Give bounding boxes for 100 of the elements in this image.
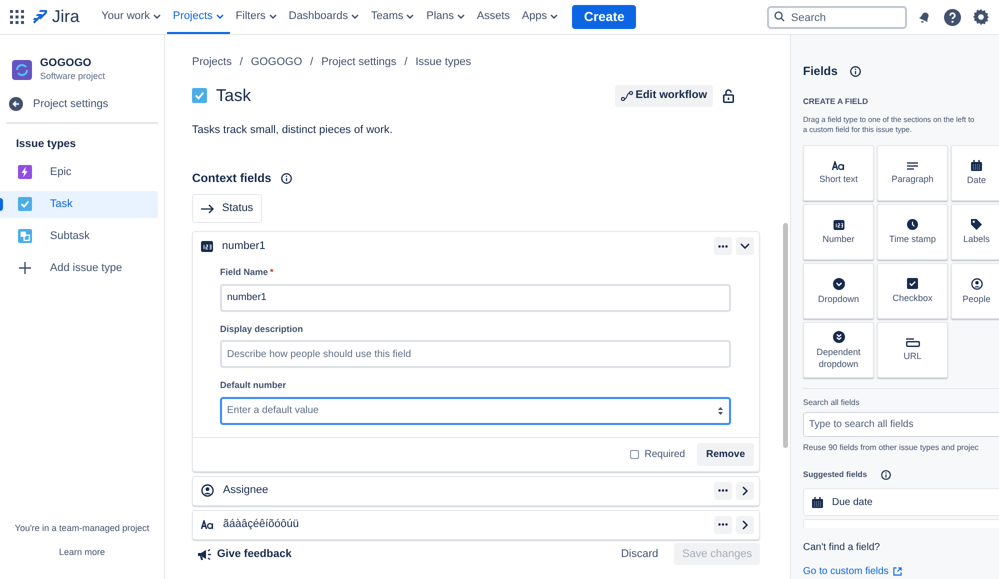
nav-tab[interactable]: Teams (364, 0, 420, 34)
project-avatar-icon (12, 60, 32, 80)
settings-icon[interactable] (973, 9, 989, 25)
expand-button[interactable] (736, 237, 754, 255)
link-field-icon (906, 338, 920, 347)
search-field[interactable]: Search (767, 6, 907, 30)
section-heading: Issue types (15, 137, 77, 152)
sidebar-item[interactable]: Add issue type (0, 254, 158, 282)
field-type-card[interactable]: Dependent dropdown (803, 322, 874, 378)
field-name[interactable]: ãáàâçéêíõóôúü (223, 516, 299, 533)
person-icon (201, 484, 214, 497)
nav-tab[interactable]: Filters (230, 0, 283, 34)
sidebar-item[interactable]: Task (0, 190, 158, 218)
plus-icon (18, 261, 32, 275)
nav-tab[interactable]: Assets (470, 0, 516, 34)
workflow-icon (620, 90, 632, 100)
chevron-down-icon (740, 243, 750, 249)
breadcrumb-link[interactable]: Projects (192, 54, 232, 70)
sidebar-item[interactable]: Subtask (0, 222, 158, 250)
nav-tab[interactable]: Projects (166, 0, 230, 34)
field-type-label: People (961, 292, 992, 304)
more-button[interactable] (714, 516, 732, 534)
chevron-circle-icon (832, 278, 844, 290)
nav-tab[interactable]: Plans (420, 0, 471, 34)
field-type-label: Dropdown (816, 292, 860, 304)
brand-name[interactable]: Jira (52, 4, 80, 30)
breadcrumb-link[interactable]: Issue types (415, 54, 472, 70)
footer-note: You're in a team-managed project (14, 522, 150, 535)
search-field[interactable]: Type to search all fields (803, 412, 999, 438)
learn-more-link[interactable]: Learn more (58, 546, 106, 559)
field-name[interactable]: Assignee (223, 482, 268, 499)
field-type-card[interactable]: Number (803, 204, 874, 260)
edit-workflow-button[interactable]: Edit workflow (614, 84, 713, 106)
field-type-card[interactable]: Date (951, 145, 999, 201)
field-type-card[interactable]: Time stamp (877, 204, 948, 260)
field-label: Default number (220, 379, 288, 392)
scrollbar[interactable] (783, 223, 788, 448)
more-button[interactable] (714, 237, 732, 255)
expand-button[interactable] (736, 482, 754, 500)
external-link-icon (892, 567, 902, 576)
sidebar-item[interactable]: Epic (0, 158, 158, 186)
prompt-text: Can't find a field? (803, 541, 881, 555)
breadcrumb-link[interactable]: GOGOGO (250, 54, 302, 70)
field-type-card[interactable]: Paragraph (877, 145, 948, 201)
field-type-card[interactable]: Short text (803, 145, 874, 201)
breadcrumb-link[interactable]: Project settings (321, 54, 396, 70)
back-link[interactable]: Project settings (6, 92, 158, 116)
custom-fields-link[interactable]: Go to custom fields (803, 564, 999, 579)
field-type-card[interactable]: People (951, 263, 999, 319)
info-icon[interactable] (281, 172, 292, 184)
expand-button[interactable] (736, 516, 754, 534)
more-button[interactable] (714, 482, 732, 500)
info-icon[interactable] (850, 66, 861, 76)
section-heading: Context fields (192, 170, 272, 187)
text-icon (832, 161, 845, 170)
calendar-icon (971, 160, 982, 171)
field-type-card[interactable]: URL (877, 322, 948, 378)
field-type-label: Dependent dropdown (815, 346, 862, 370)
remove-button[interactable]: Remove (697, 442, 754, 466)
project-type: Software project (40, 70, 106, 82)
calendar-icon (812, 496, 823, 508)
lock-icon[interactable] (723, 88, 734, 102)
number-icon (832, 220, 844, 230)
suggested-field[interactable]: Due date (803, 488, 999, 516)
create-button[interactable]: Create (572, 5, 636, 29)
nav-tab[interactable]: Apps (516, 0, 564, 34)
nav-tab[interactable]: Your work (95, 0, 167, 34)
app-switcher-icon[interactable] (10, 10, 24, 24)
input-field[interactable]: Enter a default value (220, 396, 731, 424)
breadcrumb-separator: / (404, 55, 408, 70)
field-label: Display description (220, 322, 304, 336)
feedback-link[interactable]: Give feedback (197, 546, 292, 562)
nav-tab[interactable]: Dashboards (282, 0, 365, 34)
field-type-label: Date (966, 174, 987, 186)
help-text: Reuse 90 fields from other issue types and projec (803, 442, 980, 454)
required-checkbox[interactable] (630, 450, 638, 458)
field-type-card[interactable]: Checkbox (877, 263, 948, 319)
more-icon (718, 244, 728, 248)
clock-icon (907, 219, 918, 230)
lightning-icon (18, 165, 32, 179)
field-type-card[interactable]: Dropdown (803, 263, 874, 319)
double-chevron-icon (832, 330, 844, 342)
field-type-label: Time stamp (888, 233, 937, 245)
checkbox-icon (18, 197, 32, 211)
discard-button[interactable]: Discard (612, 543, 666, 565)
checkbox-label[interactable]: Required (644, 446, 686, 462)
task-icon (192, 88, 207, 103)
help-icon[interactable] (944, 8, 961, 26)
checkbox-icon (907, 278, 918, 289)
search-icon (774, 10, 785, 22)
field-name[interactable]: number1 (222, 238, 266, 254)
info-icon[interactable] (881, 470, 892, 480)
stepper-icon[interactable] (717, 404, 724, 416)
text-icon (201, 520, 214, 529)
field-type-card[interactable]: Labels (951, 204, 999, 260)
input-field[interactable]: number1 (220, 284, 731, 312)
subtask-icon (18, 229, 32, 243)
status-button[interactable]: Status (192, 194, 262, 223)
section-heading: CREATE A FIELD (803, 96, 870, 108)
logo-icon[interactable] (32, 9, 48, 25)
